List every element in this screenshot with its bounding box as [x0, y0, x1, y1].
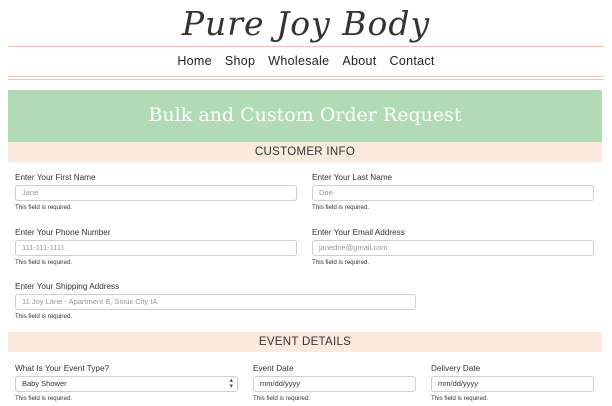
event-date-input[interactable]: mm/dd/yyyy: [253, 376, 416, 392]
email-hint: This field is required.: [312, 259, 370, 266]
nav-about[interactable]: About: [342, 54, 376, 68]
event-date-label: Event Date: [253, 364, 294, 373]
nav-shop[interactable]: Shop: [225, 54, 255, 68]
phone-label: Enter Your Phone Number: [15, 228, 111, 237]
page-title-banner: Bulk and Custom Order Request: [8, 90, 602, 142]
select-arrows-icon: ▴ ▾: [229, 377, 233, 390]
nav-divider-2: [8, 79, 604, 80]
header-divider-top: [8, 46, 604, 47]
delivery-date-hint: This field is required.: [431, 395, 489, 402]
nav-contact[interactable]: Contact: [390, 54, 435, 68]
event-type-hint: This field is required.: [15, 395, 73, 402]
first-name-label: Enter Your First Name: [15, 173, 96, 182]
event-type-value: Baby Shower: [22, 379, 67, 388]
event-details-heading: EVENT DETAILS: [8, 332, 602, 352]
event-type-select[interactable]: Baby Shower ▴ ▾: [15, 376, 238, 392]
phone-input[interactable]: 111-111-1111: [15, 240, 297, 256]
address-hint: This field is required.: [15, 313, 73, 320]
last-name-label: Enter Your Last Name: [312, 173, 393, 182]
last-name-hint: This field is required.: [312, 204, 370, 211]
first-name-input[interactable]: Jane: [15, 185, 297, 201]
nav-home[interactable]: Home: [177, 54, 212, 68]
email-label: Enter Your Email Address: [312, 228, 405, 237]
delivery-date-input[interactable]: mm/dd/yyyy: [431, 376, 594, 392]
first-name-hint: This field is required.: [15, 204, 73, 211]
nav-divider-1: [8, 76, 604, 77]
nav-wholesale[interactable]: Wholesale: [268, 54, 329, 68]
main-nav: Home Shop Wholesale About Contact: [0, 54, 612, 68]
brand-logo[interactable]: Pure Joy Body: [0, 2, 612, 46]
event-date-hint: This field is required.: [253, 395, 311, 402]
delivery-date-label: Delivery Date: [431, 364, 481, 373]
phone-hint: This field is required.: [15, 259, 73, 266]
address-label: Enter Your Shipping Address: [15, 282, 120, 291]
event-type-label: What Is Your Event Type?: [15, 364, 110, 373]
email-input[interactable]: janedoe@gmail.com: [312, 240, 594, 256]
address-input[interactable]: 11 Joy Lane - Apartment B, Sioux City IA: [15, 294, 416, 310]
customer-info-heading: CUSTOMER INFO: [8, 142, 602, 162]
last-name-input[interactable]: Doe: [312, 185, 594, 201]
